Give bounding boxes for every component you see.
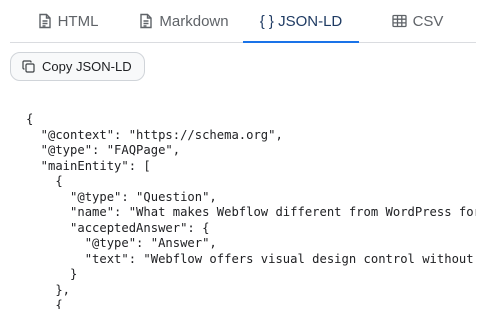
code-line: "acceptedAnswer": { [26, 220, 210, 235]
tab-markdown-label: Markdown [159, 12, 229, 30]
code-line: "name": "What makes Webflow different fr… [26, 205, 476, 219]
json-ld-code-block: { "@context": "https://schema.org", "@ty… [26, 112, 476, 309]
code-line: { [26, 112, 34, 126]
tab-html[interactable]: HTML [10, 0, 126, 42]
tab-json-ld-label: { } JSON-LD [259, 12, 343, 30]
code-line: { [26, 174, 63, 188]
copy-icon [22, 60, 35, 73]
format-tab-bar: HTML Markdown { } JSON-LD CSV [10, 0, 476, 43]
file-text-icon [38, 13, 52, 29]
file-text-icon [139, 13, 153, 29]
tab-html-label: HTML [57, 12, 99, 30]
code-line: }, [26, 282, 71, 297]
code-line: "@type": "FAQPage", [26, 143, 181, 157]
copy-json-ld-label: Copy JSON-LD [42, 59, 132, 74]
code-line: { [26, 298, 63, 309]
tab-csv[interactable]: CSV [359, 0, 476, 42]
code-line: } [26, 267, 78, 281]
tab-json-ld[interactable]: { } JSON-LD [243, 0, 359, 43]
code-line: "@context": "https://schema.org", [26, 127, 283, 142]
code-line: "@type": "Answer", [26, 236, 217, 250]
code-line: "@type": "Question", [26, 189, 217, 204]
code-line: "text": "Webflow offers visual design co… [26, 251, 476, 266]
table-icon [391, 14, 407, 28]
tab-csv-label: CSV [412, 12, 444, 30]
copy-json-ld-button[interactable]: Copy JSON-LD [10, 52, 145, 81]
tab-markdown[interactable]: Markdown [126, 0, 242, 42]
code-line: "mainEntity": [ [26, 158, 151, 173]
